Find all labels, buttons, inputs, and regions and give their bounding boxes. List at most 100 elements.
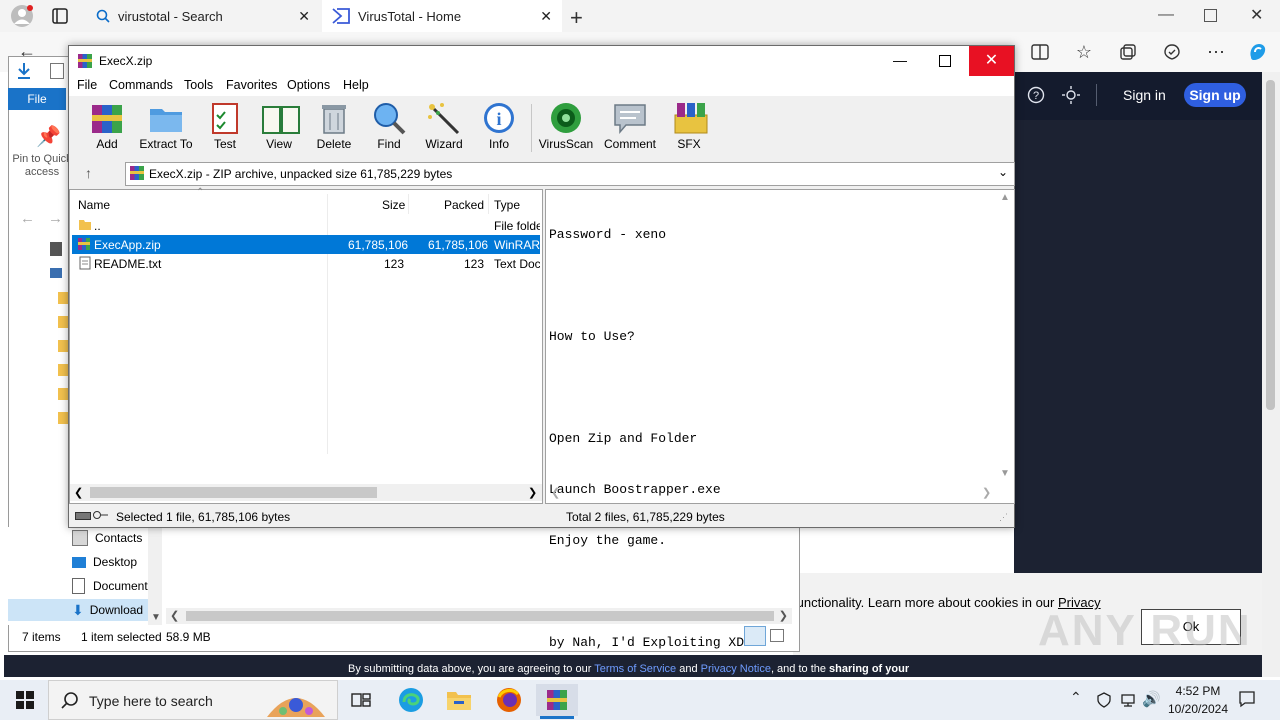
nav-scrollbar[interactable]: ▼	[148, 527, 162, 625]
virusscan-button[interactable]: VirusScan	[531, 101, 601, 153]
split-screen-icon[interactable]	[1028, 40, 1052, 64]
volume-icon[interactable]: 🔊	[1142, 690, 1161, 708]
file-type: WinRAR	[494, 238, 540, 252]
show-hidden-icons[interactable]: ⌃	[1070, 689, 1082, 706]
pin-to-quick-access[interactable]: Pin to Quick access	[12, 153, 72, 181]
maximize-icon[interactable]	[939, 55, 951, 67]
new-tab-icon[interactable]: +	[570, 5, 583, 31]
scrollbar-thumb[interactable]	[90, 487, 377, 498]
collections-icon[interactable]	[1116, 40, 1140, 64]
scroll-right-icon[interactable]: ❯	[528, 486, 537, 499]
more-options-icon[interactable]: ⋯	[1204, 40, 1228, 64]
favorites-icon[interactable]: ☆	[1072, 40, 1096, 64]
virusscan-icon	[548, 101, 584, 135]
up-folder-icon[interactable]: ↑	[85, 165, 92, 181]
list-item-selected[interactable]: ExecApp.zip 61,785,106 61,785,106 WinRAR	[72, 235, 540, 254]
column-name[interactable]: Name	[78, 198, 110, 212]
network-icon[interactable]	[1120, 692, 1136, 708]
security-tray-icon[interactable]	[1096, 692, 1112, 708]
column-size[interactable]: Size	[382, 198, 405, 212]
nav-item-documents[interactable]: Document	[72, 575, 148, 597]
menu-favorites[interactable]: Favorites	[226, 78, 277, 92]
tool-label: Wizard	[425, 137, 463, 151]
viewer-vscrollbar[interactable]: ▲ ▼	[996, 190, 1012, 484]
viewer-line: by Nah, I'd Exploiting XD	[549, 635, 745, 650]
file-list-hscrollbar[interactable]: ❮ ❯	[70, 484, 542, 501]
virustotal-body	[1014, 120, 1262, 573]
minimize-browser-icon[interactable]: —	[1158, 6, 1174, 24]
nav-item-label: Desktop	[93, 555, 138, 569]
winrar-taskbar-icon[interactable]	[536, 684, 578, 716]
copilot-icon[interactable]	[1246, 40, 1270, 64]
info-button[interactable]: i Info	[464, 101, 534, 153]
resize-grip-icon[interactable]: ⋰	[999, 512, 1008, 523]
explorer-forward-icon[interactable]: →	[48, 210, 63, 227]
column-type[interactable]: Type	[494, 198, 520, 212]
help-icon[interactable]: ?	[1027, 86, 1045, 104]
close-tab-icon[interactable]: ✕	[540, 8, 552, 25]
minimize-icon[interactable]: —	[893, 52, 907, 68]
close-browser-icon[interactable]: ✕	[1250, 5, 1263, 25]
list-item[interactable]: README.txt 123 123 Text Doc	[72, 254, 540, 273]
nav-item-contacts[interactable]: Contacts	[72, 527, 142, 549]
archive-path-bar[interactable]: ExecX.zip - ZIP archive, unpacked size 6…	[125, 162, 1015, 186]
viewer-hscrollbar[interactable]: ❮ ❯	[546, 484, 1012, 501]
scroll-right-icon[interactable]: ❯	[982, 486, 991, 499]
restore-browser-icon[interactable]	[1204, 9, 1217, 22]
menu-commands[interactable]: Commands	[109, 78, 173, 92]
taskbar-search-box[interactable]: Type here to search	[48, 680, 338, 720]
page-scrollbar[interactable]	[1262, 72, 1280, 677]
menu-help[interactable]: Help	[343, 78, 369, 92]
scroll-left-icon[interactable]: ❮	[551, 486, 560, 499]
chevron-down-icon[interactable]: ⌄	[998, 165, 1008, 179]
browser-tab-virustotal[interactable]: VirusTotal - Home ✕	[322, 0, 562, 32]
scroll-right-icon[interactable]: ❯	[779, 609, 788, 622]
explorer-back-icon[interactable]: ←	[20, 210, 35, 227]
scroll-down-icon[interactable]: ▼	[151, 612, 161, 623]
close-window-button[interactable]: ✕	[969, 46, 1014, 76]
thumbnail-view-icon[interactable]	[770, 629, 784, 642]
info-icon: i	[481, 101, 517, 135]
text-file-icon	[79, 256, 91, 270]
sign-up-button[interactable]: Sign up	[1184, 83, 1246, 107]
nav-item-desktop[interactable]: Desktop	[72, 551, 137, 573]
browser-essentials-icon[interactable]	[1160, 40, 1184, 64]
tab-actions-icon[interactable]	[52, 8, 68, 24]
find-icon	[371, 101, 407, 135]
clock-time[interactable]: 4:52 PM	[1172, 684, 1224, 698]
start-button[interactable]	[4, 684, 46, 716]
watermark-text: ANY RUN	[1038, 606, 1252, 655]
file-explorer-taskbar-icon[interactable]	[438, 684, 480, 716]
clock-date[interactable]: 10/20/2024	[1162, 702, 1234, 716]
documents-icon	[72, 578, 85, 594]
tool-label: Info	[488, 137, 509, 151]
scrollbar-thumb[interactable]	[1266, 80, 1275, 410]
sign-in-link[interactable]: Sign in	[1123, 87, 1166, 103]
nav-item-downloads[interactable]: ⬇ Download	[8, 599, 148, 621]
search-placeholder: Type here to search	[89, 693, 213, 709]
desktop-icon	[72, 556, 86, 568]
scroll-left-icon[interactable]: ❮	[170, 609, 179, 622]
notifications-icon[interactable]	[1238, 690, 1256, 708]
tool-label: Test	[213, 137, 236, 151]
browser-tab-search[interactable]: virustotal - Search ✕	[84, 0, 320, 32]
details-view-icon[interactable]	[744, 626, 766, 646]
list-item-parent[interactable]: .. File folde	[72, 216, 540, 235]
profile-avatar[interactable]	[10, 4, 34, 28]
theme-toggle-icon[interactable]	[1062, 86, 1080, 104]
firefox-taskbar-icon[interactable]	[488, 684, 530, 716]
menu-options[interactable]: Options	[287, 78, 330, 92]
explorer-properties-icon	[50, 63, 64, 79]
task-view-icon[interactable]	[340, 684, 382, 716]
scroll-left-icon[interactable]: ❮	[74, 486, 83, 499]
sfx-button[interactable]: SFX	[654, 101, 724, 153]
scroll-up-icon[interactable]: ▲	[1000, 192, 1010, 203]
archive-icon	[129, 165, 145, 181]
scroll-down-icon[interactable]: ▼	[1000, 468, 1010, 479]
menu-file[interactable]: File	[77, 78, 97, 92]
column-packed[interactable]: Packed	[444, 198, 484, 212]
menu-tools[interactable]: Tools	[184, 78, 213, 92]
explorer-file-tab[interactable]: File	[8, 88, 66, 110]
close-tab-icon[interactable]: ✕	[298, 8, 310, 25]
edge-taskbar-icon[interactable]	[390, 684, 432, 716]
